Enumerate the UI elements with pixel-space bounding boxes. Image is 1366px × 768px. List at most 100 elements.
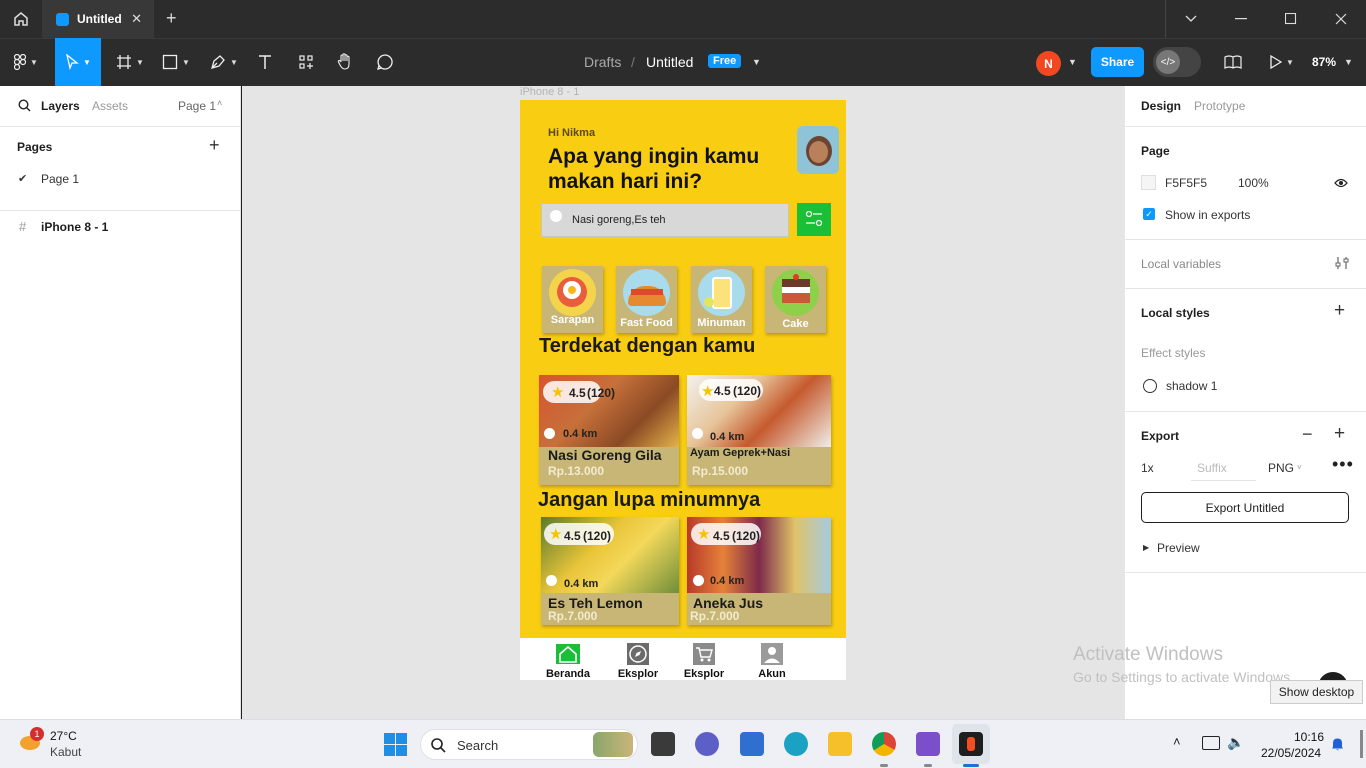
category-card-minuman[interactable]: Minuman (691, 266, 752, 333)
chrome-icon[interactable] (872, 732, 896, 756)
search-icon[interactable] (18, 99, 31, 112)
remove-export-icon[interactable]: − (1302, 424, 1313, 445)
resources-button[interactable] (293, 38, 319, 86)
food-name: Ayam Geprek+Nasi (690, 447, 791, 459)
zoom-level[interactable]: 87% (1312, 55, 1336, 69)
close-tab-icon[interactable]: ✕ (131, 11, 142, 27)
hand-tool-button[interactable] (332, 38, 358, 86)
category-card-sarapan[interactable]: Sarapan (542, 266, 603, 333)
tab-design[interactable]: Design (1141, 99, 1181, 113)
taskbar-search[interactable]: Search (420, 729, 638, 760)
zoom-chevron-icon[interactable]: ▼ (1344, 57, 1353, 67)
file-menu-chevron-icon[interactable]: ▼ (752, 57, 761, 67)
store-icon[interactable] (740, 732, 764, 756)
food-card-nasi-goreng[interactable]: ★ 4.5 (120) 0.4 km Nasi Goreng Gila Rp.1… (539, 375, 679, 485)
drink-card-aneka-jus[interactable]: ★ 4.5 (120) 0.4 km Aneka Jus Rp.7.000 (687, 517, 831, 625)
text-tool-button[interactable] (252, 38, 278, 86)
task-view-icon[interactable] (651, 732, 675, 756)
dev-mode-toggle[interactable]: </> (1153, 47, 1201, 77)
page-item[interactable]: Page 1 (41, 172, 79, 186)
headline-line-2: makan hari ini? (548, 170, 703, 193)
chevron-down-icon[interactable]: ▼ (1068, 57, 1077, 67)
iphone-frame[interactable]: Hi Nikma Apa yang ingin kamu makan hari … (520, 100, 846, 680)
variables-settings-icon[interactable] (1335, 256, 1349, 270)
shape-tool-button[interactable]: ▼ (158, 38, 194, 86)
library-button[interactable] (1220, 38, 1246, 86)
frame-label[interactable]: iPhone 8 - 1 (520, 86, 579, 98)
category-card-fast-food[interactable]: Fast Food (616, 266, 677, 333)
present-button[interactable]: ▼ (1262, 38, 1302, 86)
edge-icon[interactable] (784, 732, 808, 756)
format-chevron-icon[interactable]: ˅ (1297, 463, 1302, 472)
food-card-ayam-geprek[interactable]: ★ 4.5 (120) 0.4 km Ayam Geprek+Nasi Rp.1… (687, 375, 831, 485)
comment-tool-button[interactable] (372, 38, 398, 86)
visual-studio-icon[interactable] (916, 732, 940, 756)
file-name[interactable]: Untitled (646, 54, 693, 70)
nav-cart[interactable]: Eksplor (681, 638, 727, 680)
move-tool-button[interactable]: ▼ (55, 38, 101, 86)
export-scale[interactable]: 1x (1141, 461, 1154, 475)
notification-bell-icon[interactable] (1331, 737, 1344, 751)
chevron-down-icon[interactable] (1166, 0, 1216, 38)
eye-icon[interactable] (1334, 178, 1348, 188)
drink-card-es-teh-lemon[interactable]: ★ 4.5 (120) 0.4 km Es Teh Lemon Rp.7.000 (541, 517, 679, 625)
breakfast-icon (549, 269, 596, 316)
profile-avatar[interactable] (797, 126, 839, 174)
chevron-up-icon[interactable]: ˄ (217, 98, 222, 108)
minimize-button[interactable] (1216, 0, 1266, 38)
breadcrumb-drafts[interactable]: Drafts (584, 54, 621, 70)
clock-time[interactable]: 10:16 (1294, 730, 1324, 744)
weather-widget[interactable]: 1 (18, 727, 44, 754)
file-tab[interactable]: Untitled ✕ (42, 0, 154, 38)
meet-icon[interactable] (695, 732, 719, 756)
search-bar[interactable]: Nasi goreng,Es teh (541, 203, 789, 237)
canvas[interactable]: iPhone 8 - 1 Hi Nikma Apa yang ingin kam… (242, 86, 1124, 719)
tab-prototype[interactable]: Prototype (1194, 99, 1245, 113)
export-button[interactable]: Export Untitled (1141, 492, 1349, 523)
distance: 0.4 km (563, 428, 598, 440)
layer-item[interactable]: iPhone 8 - 1 (41, 220, 108, 234)
home-button[interactable] (0, 0, 41, 38)
food-price: Rp.13.000 (548, 464, 605, 478)
preview-chevron-icon[interactable]: ▶ (1143, 543, 1149, 552)
close-window-button[interactable] (1316, 0, 1366, 38)
page-color-swatch[interactable] (1141, 175, 1156, 190)
export-format[interactable]: PNG (1268, 461, 1294, 475)
show-desktop-button[interactable] (1360, 730, 1363, 758)
more-options-icon[interactable]: ••• (1332, 454, 1354, 475)
add-export-icon[interactable]: + (1334, 423, 1345, 445)
preview-toggle[interactable]: Preview (1157, 541, 1200, 555)
add-style-icon[interactable]: + (1334, 300, 1345, 322)
nav-eksplor[interactable]: Eksplor (615, 638, 661, 680)
pen-tool-button[interactable]: ▼ (206, 38, 242, 86)
file-explorer-icon[interactable] (828, 732, 852, 756)
new-tab-button[interactable]: + (166, 8, 177, 29)
show-in-exports-checkbox[interactable]: ✓ (1143, 208, 1155, 220)
export-suffix-input[interactable]: Suffix (1197, 461, 1227, 475)
user-avatar[interactable]: N (1036, 51, 1061, 76)
bottom-nav: Beranda Eksplor Eksplor Akun (520, 638, 846, 680)
local-variables-label[interactable]: Local variables (1141, 257, 1221, 271)
search-input[interactable]: Nasi goreng,Es teh (572, 214, 666, 226)
share-button[interactable]: Share (1091, 47, 1144, 77)
page-selector[interactable]: Page 1 (178, 99, 216, 113)
effect-style-item[interactable]: shadow 1 (1166, 379, 1217, 393)
windows-start-icon[interactable] (384, 733, 407, 756)
figma-icon[interactable] (959, 732, 983, 756)
category-card-cake[interactable]: Cake (765, 266, 826, 333)
filter-button[interactable] (797, 203, 831, 236)
network-icon[interactable] (1202, 736, 1220, 750)
maximize-button[interactable] (1266, 0, 1316, 38)
volume-icon[interactable]: 🔈 (1227, 734, 1244, 751)
nav-beranda[interactable]: Beranda (543, 638, 593, 680)
clock-date[interactable]: 22/05/2024 (1261, 746, 1321, 760)
page-color-value[interactable]: F5F5F5 (1165, 176, 1207, 190)
tab-assets[interactable]: Assets (92, 99, 128, 113)
page-opacity-value[interactable]: 100% (1238, 176, 1269, 190)
frame-tool-button[interactable]: ▼ (112, 38, 148, 86)
nav-akun[interactable]: Akun (749, 638, 795, 680)
tab-layers[interactable]: Layers (41, 99, 80, 113)
main-menu-button[interactable]: ▼ (8, 38, 44, 86)
chevron-up-icon[interactable]: ˄ (1173, 734, 1181, 749)
add-page-icon[interactable]: + (209, 135, 220, 156)
